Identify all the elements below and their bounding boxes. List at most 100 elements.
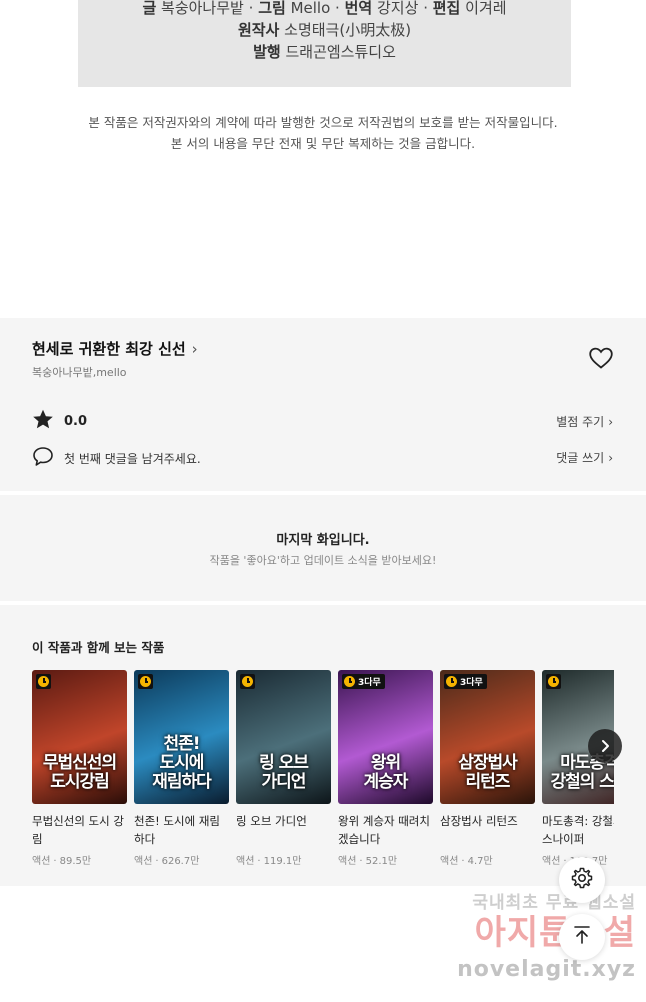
wait-free-badge	[240, 674, 255, 689]
cover-title-art: 왕위 계승자	[363, 753, 409, 792]
recommendation-card[interactable]: 천존! 도시에 재림하다 천존! 도시에 재림하다 액션 · 626.7만	[134, 670, 229, 867]
view-count: 89.5만	[59, 856, 92, 867]
credits-line-original: 원작사 소명태극(小明太极)	[78, 19, 571, 41]
recommendation-card[interactable]: 왕위 계승자 3다무왕위 계승자 때려치겠습니다액션 · 52.1만	[338, 670, 433, 867]
recommendation-card[interactable]: 무법신선의 도시강림무법신선의 도시 강림액션 · 89.5만	[32, 670, 127, 867]
recommendation-meta: 액션 · 119.1만	[236, 852, 331, 867]
write-comment-label: 댓글 쓰기	[556, 451, 605, 465]
meta-separator: ·	[461, 856, 465, 867]
view-count: 52.1만	[365, 856, 398, 867]
recommendation-title: 마도총격: 강철의 스나이퍼	[542, 814, 614, 846]
rating-row: 0.0	[32, 409, 87, 434]
clock-icon	[344, 676, 355, 687]
wait-free-badge: 3다무	[444, 674, 487, 689]
genre: 액션	[134, 856, 153, 867]
cover-title-art: 무법신선의 도시강림	[42, 753, 117, 792]
recommendation-meta: 액션 · 626.7만	[134, 852, 229, 867]
cover-image: 링 오브 가디언	[236, 670, 331, 804]
page: 글 복숭아나무밭 · 그림 Mello · 번역 강지상 · 편집 이겨레 원작…	[0, 0, 646, 1002]
credits-line-publisher: 발행 드래곤엠스튜디오	[78, 41, 571, 63]
story-label: 글	[142, 0, 157, 17]
art-value: Mello	[290, 0, 331, 17]
genre: 액션	[542, 856, 561, 867]
watermark-brand: 아지툰소설	[474, 913, 636, 953]
cover-title-art: 삼장법사 리턴즈	[458, 753, 518, 792]
chevron-right-icon[interactable]	[588, 729, 622, 763]
meta-separator: ·	[359, 856, 363, 867]
watermark-url: novelagit.xyz	[457, 957, 636, 982]
badge-label: 3다무	[358, 678, 381, 688]
gear-icon	[570, 866, 594, 894]
cover-image: 삼장법사 리턴즈 3다무	[440, 670, 535, 804]
original-value: 소명태극(小明太极)	[284, 21, 412, 39]
wait-free-badge	[546, 674, 561, 689]
edit-label: 편집	[432, 0, 461, 17]
publisher-label: 발행	[253, 43, 281, 61]
edit-value: 이겨레	[465, 0, 507, 17]
cover-image: 무법신선의 도시강림	[32, 670, 127, 804]
credits-line-staff: 글 복숭아나무밭 · 그림 Mello · 번역 강지상 · 편집 이겨레	[78, 0, 571, 19]
last-episode-panel	[0, 495, 646, 601]
art-label: 그림	[258, 0, 286, 17]
meta-separator: ·	[155, 856, 159, 867]
adapt-value: 강지상	[377, 0, 419, 17]
recommendation-meta: 액션 · 4.7만	[440, 852, 535, 867]
genre: 액션	[32, 856, 51, 867]
recommendations-heading: 이 작품과 함께 보는 작품	[32, 640, 165, 655]
notice-line-1: 본 작품은 저작권자와의 계약에 따라 발행한 것으로 저작권법의 보호를 받는…	[88, 115, 558, 130]
recommendation-title: 천존! 도시에 재림하다	[134, 814, 220, 846]
recommendation-card[interactable]: 마도총격 강철의 스나마도총격: 강철의 스나이퍼액션·103.7만	[542, 670, 614, 867]
publisher-value: 드래곤엠스튜디오	[285, 43, 396, 61]
original-label: 원작사	[237, 21, 280, 39]
meta-separator: ·	[257, 856, 261, 867]
last-episode-title: 마지막 화입니다.	[276, 533, 370, 548]
clock-icon	[242, 676, 253, 687]
heart-icon[interactable]	[588, 346, 614, 370]
chevron-right-icon: ›	[608, 450, 613, 465]
watermark-tagline: 국내최초 무료 웹소설	[472, 893, 636, 913]
last-episode-subtitle: 작품을 '좋아요'하고 업데이트 소식을 받아보세요!	[209, 554, 437, 567]
settings-button[interactable]	[559, 857, 605, 903]
recommendation-card[interactable]: 링 오브 가디언 링 오브 가디언 액션 · 119.1만	[236, 670, 331, 867]
comment-row: 첫 번째 댓글을 남겨주세요.	[32, 446, 201, 471]
wait-free-badge	[138, 674, 153, 689]
recommendation-title: 무법신선의 도시 강림	[32, 814, 124, 846]
adapt-label: 번역	[344, 0, 373, 17]
meta-separator: ·	[53, 856, 57, 867]
series-authors: 복숭아나무밭,mello	[32, 366, 127, 379]
separator: ·	[423, 0, 428, 17]
series-title-link[interactable]: 현세로 귀환한 최강 신선 ›	[32, 338, 198, 359]
copyright-notice: 본 작품은 저작권자와의 계약에 따라 발행한 것으로 저작권법의 보호를 받는…	[0, 112, 646, 154]
clock-icon	[548, 676, 559, 687]
star-icon	[32, 409, 54, 434]
genre: 액션	[338, 856, 357, 867]
clock-icon	[140, 676, 151, 687]
story-value: 복숭아나무밭	[161, 0, 244, 17]
recommendation-title: 삼장법사 리턴즈	[440, 814, 518, 828]
watermark: 국내최초 무료 웹소설 아지툰소설 novelagit.xyz	[446, 888, 636, 982]
view-count: 119.1만	[263, 856, 302, 867]
rate-button-label: 별점 주기	[556, 415, 605, 429]
view-count: 626.7만	[161, 856, 200, 867]
write-comment-button[interactable]: 댓글 쓰기 ›	[556, 449, 613, 466]
badge-label: 3다무	[460, 678, 483, 688]
comment-prompt: 첫 번째 댓글을 남겨주세요.	[64, 452, 201, 466]
cover-title-art: 링 오브 가디언	[259, 753, 309, 792]
wait-free-badge: 3다무	[342, 674, 385, 689]
rate-button[interactable]: 별점 주기 ›	[556, 413, 613, 430]
view-count: 4.7만	[467, 856, 493, 867]
chevron-right-icon: ›	[191, 339, 198, 358]
chevron-right-icon: ›	[608, 414, 613, 429]
wait-free-badge	[36, 674, 51, 689]
cover-image: 천존! 도시에 재림하다	[134, 670, 229, 804]
speech-bubble-icon	[32, 446, 54, 471]
recommendation-card[interactable]: 삼장법사 리턴즈 3다무삼장법사 리턴즈액션 · 4.7만	[440, 670, 535, 867]
recommendation-title: 왕위 계승자 때려치겠습니다	[338, 814, 430, 846]
credits-box: 글 복숭아나무밭 · 그림 Mello · 번역 강지상 · 편집 이겨레 원작…	[78, 0, 571, 87]
arrow-up-icon	[571, 924, 593, 950]
clock-icon	[446, 676, 457, 687]
scroll-top-button[interactable]	[559, 914, 605, 960]
separator: ·	[335, 0, 340, 17]
recommendation-meta: 액션 · 89.5만	[32, 852, 127, 867]
cover-image: 왕위 계승자 3다무	[338, 670, 433, 804]
